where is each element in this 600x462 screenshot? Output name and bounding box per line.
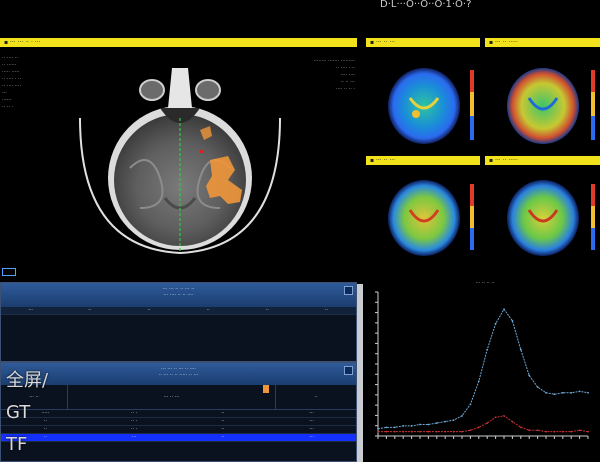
data-point	[452, 419, 455, 422]
data-point	[435, 430, 438, 433]
data-point	[519, 426, 522, 429]
perf-map-1[interactable]	[366, 48, 480, 154]
data-point	[494, 416, 497, 419]
table1-header-row: ··· ·· ·· ·· ·· ··	[1, 307, 356, 315]
data-point	[402, 430, 405, 433]
data-point	[427, 430, 430, 433]
data-point	[503, 308, 505, 311]
table1-subtitle: ··· ···· ·· ·· ····	[163, 292, 194, 298]
data-point	[561, 430, 564, 433]
table2-orange-marker	[263, 385, 269, 393]
data-point	[494, 322, 497, 325]
data-point	[553, 430, 556, 433]
tf-label[interactable]: TF	[6, 432, 27, 458]
chart-title: ··· ·· ·· ··	[475, 280, 495, 286]
data-point	[410, 430, 413, 433]
table2-mid-header: ··· ·· ···	[68, 385, 276, 409]
data-point	[461, 430, 463, 433]
data-point	[570, 391, 573, 394]
table-row[interactable]: ·· ·· · ·· ···	[1, 426, 356, 434]
scale-marker	[2, 268, 16, 276]
perf-map-2[interactable]	[485, 48, 600, 154]
data-point	[377, 430, 379, 433]
data-point	[545, 430, 547, 433]
data-point	[477, 426, 480, 429]
time-density-curve-chart[interactable]	[366, 288, 596, 458]
data-point	[385, 430, 388, 433]
data-point	[461, 414, 463, 417]
fullscreen-label[interactable]: 全屏/	[6, 368, 48, 394]
data-point	[545, 391, 547, 394]
data-point	[587, 430, 589, 433]
gt-label[interactable]: GT	[6, 400, 30, 426]
data-point	[469, 403, 472, 406]
series-line-0	[377, 308, 589, 430]
data-point	[402, 425, 405, 427]
data-point	[570, 430, 573, 433]
data-point	[536, 386, 539, 388]
data-point	[528, 374, 531, 377]
data-point	[536, 429, 539, 432]
table2-subtitle: ·· ··· ·· ·· ····· ·· ···	[158, 372, 199, 378]
perf-map-3-title: ▪ ··· ·· ···	[366, 156, 480, 165]
data-point	[519, 348, 522, 351]
perf-map-4-title: ▪ ··· ·· ·····	[485, 156, 600, 165]
data-point	[393, 430, 396, 433]
data-point	[393, 426, 396, 429]
data-point	[477, 380, 480, 383]
data-point	[444, 430, 447, 433]
table-row[interactable]: ····· ·· · ·· ···	[1, 410, 356, 418]
data-point	[444, 420, 447, 423]
table2-right-header: ··	[314, 394, 318, 400]
data-point	[410, 425, 413, 427]
table-scrollbar[interactable]	[357, 284, 363, 462]
data-point	[511, 420, 514, 423]
header-corner-text: D·L···O··O··O·1·O·?	[380, 0, 472, 10]
data-point	[528, 429, 531, 432]
table1-close-button[interactable]	[344, 286, 353, 295]
data-point	[435, 422, 438, 424]
data-point	[578, 390, 581, 393]
table2-close-button[interactable]	[344, 366, 353, 375]
data-point	[578, 429, 581, 432]
data-point	[511, 319, 514, 322]
data-point	[553, 393, 556, 396]
perf-map-4[interactable]	[485, 166, 600, 266]
data-point	[452, 430, 455, 433]
table-row-selected[interactable]: ·· ··· ·· ···	[1, 434, 356, 442]
data-point	[427, 423, 430, 426]
data-point	[469, 429, 472, 432]
perf-map-2-title: ▪ ··· ·· ·····	[485, 38, 600, 47]
results-table-2: ··· ··· ·· ··· ·· ···· ·· ··· ·· ·· ····…	[0, 362, 357, 462]
data-point	[561, 391, 564, 394]
perf-map-1-title: ▪ ··· ·· ···	[366, 38, 480, 47]
left-viewer-title: ▪ ··· ··· ·· · ···	[0, 38, 357, 47]
ct-brain-image[interactable]	[60, 48, 300, 263]
data-point	[419, 423, 421, 426]
data-point	[587, 391, 589, 394]
data-point	[385, 426, 388, 429]
data-point	[486, 348, 489, 351]
data-point	[419, 430, 421, 433]
perf-map-3[interactable]	[366, 166, 480, 266]
data-point	[486, 422, 489, 424]
data-point	[377, 427, 379, 430]
series-line-1	[378, 415, 589, 433]
data-point	[503, 414, 505, 417]
results-table-1: ··· ··· ·· ·· ··· ·· ··· ···· ·· ·· ····…	[0, 282, 357, 362]
table-row[interactable]: ·· ·· · ·· ···	[1, 418, 356, 426]
